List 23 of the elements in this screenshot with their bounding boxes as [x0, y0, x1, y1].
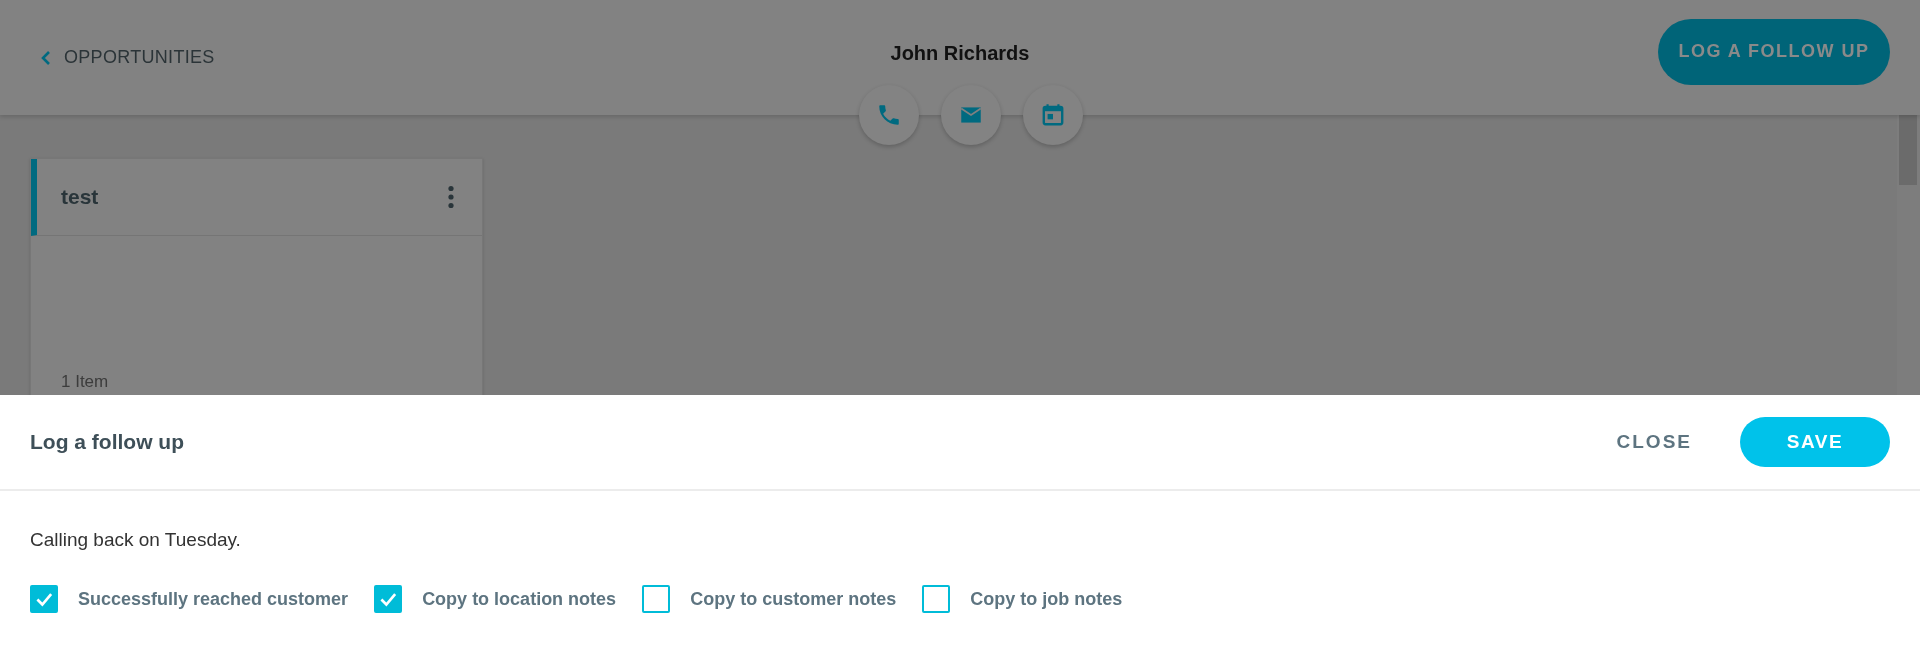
phone-button[interactable] [859, 85, 919, 145]
chevron-left-icon [40, 49, 52, 66]
checkbox[interactable] [642, 585, 671, 613]
checkbox[interactable] [922, 585, 951, 613]
checkbox-label[interactable]: Copy to location notes [422, 588, 617, 610]
calendar-button[interactable] [1023, 85, 1083, 145]
checkbox-label[interactable]: Successfully reached customer [78, 588, 349, 610]
calendar-icon [1040, 102, 1066, 128]
phone-icon [876, 102, 902, 128]
item-count: 1 Item [61, 372, 110, 392]
checkbox[interactable] [30, 585, 58, 613]
card-title: test [61, 185, 99, 209]
contact-name: John Richards [889, 42, 1031, 65]
close-button[interactable]: CLOSE [1610, 430, 1698, 454]
checkbox-label[interactable]: Copy to job notes [970, 588, 1123, 610]
panel-title: Log a follow up [30, 430, 184, 454]
back-link[interactable]: OPPORTUNITIES [40, 47, 215, 68]
note-field[interactable]: Calling back on Tuesday. [30, 529, 630, 551]
email-button[interactable] [941, 85, 1001, 145]
scrollbar-thumb[interactable] [1899, 115, 1917, 185]
checkbox[interactable] [374, 585, 403, 613]
more-options-icon[interactable] [448, 185, 454, 209]
checkbox-label[interactable]: Copy to customer notes [690, 588, 897, 610]
